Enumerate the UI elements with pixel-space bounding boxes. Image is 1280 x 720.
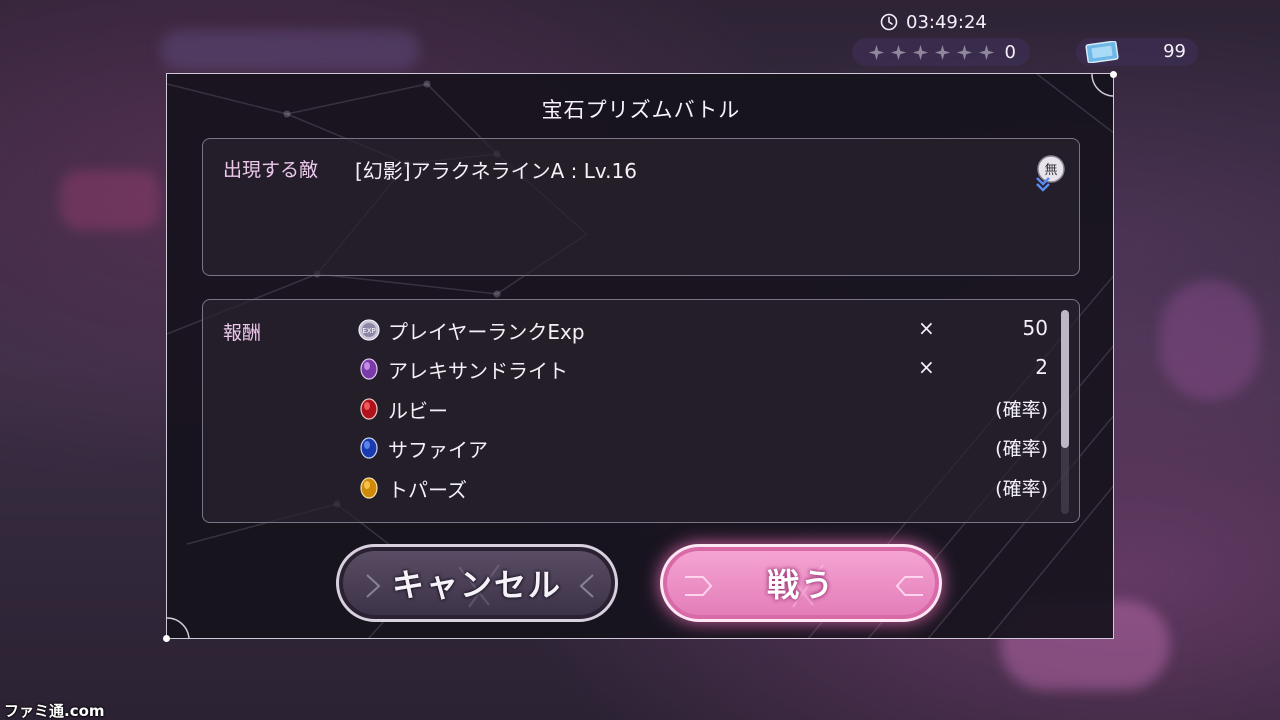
background-panel — [160, 30, 420, 70]
alexandrite-gem-icon — [360, 358, 378, 380]
reward-panel[interactable]: 報酬 EXP プレイヤーランクExp × 50 アレキサンドライト × 2 ルビ… — [202, 299, 1080, 523]
star-count: 0 — [1004, 41, 1016, 63]
reward-name: ルビー — [388, 399, 448, 423]
reward-name: トパーズ — [388, 478, 467, 502]
reward-chance: (確率) — [995, 478, 1048, 500]
clock-icon — [880, 13, 898, 31]
background-panel — [1160, 280, 1260, 400]
reward-name: プレイヤーランクExp — [388, 320, 585, 344]
background-panel — [60, 170, 160, 230]
dialog-title: 宝石プリズムバトル — [541, 98, 741, 122]
reward-row: ルビー (確率) — [358, 393, 1048, 425]
reward-row: サファイア (確率) — [358, 432, 1048, 464]
attribute-badge-text: 無 — [1044, 163, 1057, 178]
reward-times-sign: × — [918, 355, 935, 379]
reward-chance: (確率) — [995, 438, 1048, 460]
ticket-icon — [1085, 41, 1119, 63]
neutral-attribute-icon: 無 — [1036, 155, 1065, 192]
timer-text: 03:49:24 — [906, 11, 987, 33]
exp-icon: EXP — [358, 319, 380, 341]
enemy-panel: 出現する敵 [幻影]アラクネラインA : Lv.16 無 — [202, 138, 1080, 276]
reward-row: アレキサンドライト × 2 — [358, 353, 1048, 385]
sapphire-gem-icon — [360, 437, 378, 459]
fight-button-label: 戦う — [766, 566, 835, 604]
svg-text:EXP: EXP — [362, 327, 375, 335]
timer-display: 03:49:24 — [880, 10, 987, 34]
cancel-button-label: キャンセル — [391, 566, 562, 604]
reward-quantity: 50 — [1022, 316, 1048, 340]
star-icon — [934, 44, 951, 60]
reward-row: EXP プレイヤーランクExp × 50 — [358, 314, 1048, 346]
reward-quantity: 2 — [1035, 355, 1048, 379]
dialog-corner-dot — [163, 635, 170, 642]
ruby-gem-icon — [360, 398, 378, 420]
reward-label: 報酬 — [223, 322, 262, 344]
topaz-gem-icon — [360, 477, 378, 499]
scrollbar-thumb[interactable] — [1061, 310, 1069, 448]
reward-chance: (確率) — [995, 399, 1048, 421]
star-icon — [890, 44, 907, 60]
star-icon — [956, 44, 973, 60]
star-counter: 0 — [852, 38, 1030, 66]
cancel-button[interactable]: キャンセル — [336, 544, 618, 622]
star-row — [868, 44, 995, 61]
star-icon — [978, 44, 995, 60]
enemy-label: 出現する敵 — [223, 159, 319, 181]
reward-times-sign: × — [918, 316, 935, 340]
fight-button[interactable]: 戦う — [660, 544, 942, 622]
battle-dialog: 宝石プリズムバトル 出現する敵 [幻影]アラクネラインA : Lv.16 無 報… — [166, 73, 1114, 639]
dialog-corner-dot — [1110, 71, 1117, 78]
attribute-badge-icon[interactable]: 無 — [1033, 154, 1069, 192]
ticket-count: 99 — [1163, 41, 1186, 62]
ticket-counter: 99 — [1076, 38, 1198, 66]
reward-name: アレキサンドライト — [388, 359, 568, 383]
reward-name: サファイア — [388, 438, 488, 462]
enemy-name: [幻影]アラクネラインA : Lv.16 — [355, 159, 637, 183]
star-icon — [868, 44, 885, 60]
reward-row: トパーズ (確率) — [358, 472, 1048, 504]
star-icon — [912, 44, 929, 60]
watermark-logo: ファミ通.com — [4, 702, 105, 720]
